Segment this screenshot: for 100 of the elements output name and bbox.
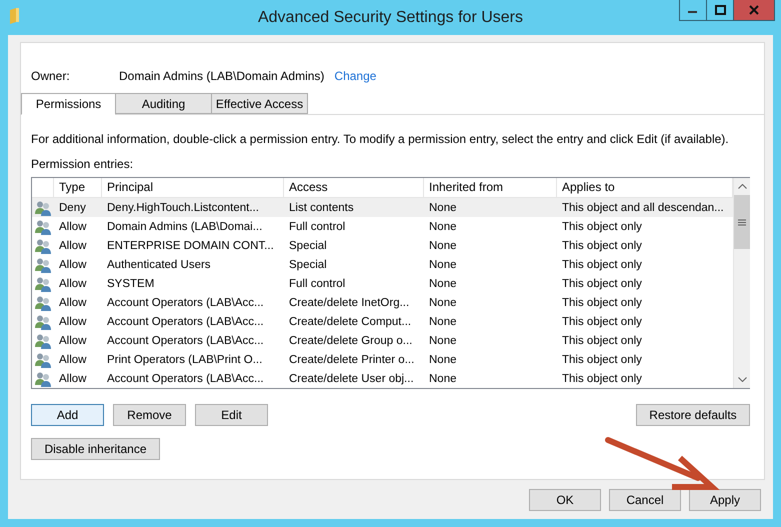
permission-row[interactable]: Allow Account Operators (LAB\Acc... Create/delete Group o... None This object only — [32, 331, 733, 350]
user-group-icon — [35, 352, 51, 368]
table-cell-text: None — [428, 278, 458, 290]
change-link[interactable]: Change — [334, 69, 376, 83]
table-cell-text: Allow — [58, 240, 88, 252]
close-button[interactable] — [733, 0, 775, 21]
table-cell-text: This object only — [561, 354, 643, 366]
column-header[interactable]: Inherited from — [424, 178, 557, 197]
table-cell-text: Full control — [288, 278, 346, 290]
close-icon — [749, 5, 759, 15]
permission-row[interactable]: Allow Authenticated Users Special None This object only — [32, 255, 733, 274]
entries-label: Permission entries: — [31, 157, 134, 171]
table-cell-text: None — [428, 316, 458, 328]
dialog-button[interactable]: Cancel — [609, 489, 681, 511]
user-group-icon — [35, 256, 51, 272]
table-cell-text: Account Operators (LAB\Acc... — [106, 296, 265, 308]
table-cell-text: None — [428, 240, 458, 252]
table-cell-text: None — [428, 372, 458, 384]
table-cell-text: Allow — [58, 220, 88, 232]
entry-button[interactable]: Add — [31, 404, 104, 426]
table-cell-text: Create/delete Printer o... — [288, 354, 416, 366]
table-cell-text: Deny.HighTouch.Listcontent... — [106, 202, 260, 214]
table-cell-text: ENTERPRISE DOMAIN CONT... — [106, 240, 275, 252]
table-cell-text: Allow — [58, 296, 88, 308]
instruction-text: For additional information, double-click a permission entry. To modify a permission entry, select the entry and click Edit (if available). — [31, 132, 730, 146]
folder-icon — [10, 8, 20, 24]
table-cell-text: This object only — [561, 278, 643, 290]
table-cell-text: Allow — [58, 316, 88, 328]
table-cell-text: Create/delete Comput... — [288, 316, 412, 328]
table-cell-text: Special — [288, 258, 328, 270]
table-cell-text: Account Operators (LAB\Acc... — [106, 334, 265, 346]
table-cell-text: Allow — [58, 372, 88, 384]
user-group-icon — [35, 294, 51, 310]
user-group-icon — [35, 218, 51, 234]
owner-label: Owner: — [31, 69, 71, 83]
column-header[interactable]: Access — [284, 178, 424, 197]
table-cell-text: Account Operators (LAB\Acc... — [106, 372, 265, 384]
permission-row[interactable]: Allow Print Operators (LAB\Print O... Create/delete Printer o... None This object only — [32, 350, 733, 369]
table-cell-text: Domain Admins (LAB\Domai... — [106, 220, 264, 232]
user-group-icon — [35, 276, 51, 292]
owner-value: Domain Admins (LAB\Domain Admins) — [119, 69, 324, 83]
table-cell-text: Allow — [58, 258, 88, 270]
table-cell-text: Full control — [288, 220, 346, 232]
column-header[interactable]: Principal — [102, 178, 284, 197]
table-cell-text: This object only — [561, 220, 643, 232]
table-cell-text: None — [428, 354, 458, 366]
tab[interactable]: Permissions — [21, 93, 116, 115]
permission-row[interactable]: Allow Account Operators (LAB\Acc... Create/delete InetOrg... None This object only — [32, 293, 733, 312]
entry-button[interactable]: Edit — [195, 404, 268, 426]
scroll-up-icon[interactable] — [738, 184, 746, 189]
entry-button[interactable]: Remove — [113, 404, 186, 426]
table-cell-text: This object only — [561, 240, 643, 252]
table-cell-text: None — [428, 296, 458, 308]
tab[interactable]: Auditing — [115, 93, 212, 114]
maximize-icon — [714, 5, 726, 15]
user-group-icon — [35, 314, 51, 330]
permission-row[interactable]: Allow ENTERPRISE DOMAIN CONT... Special None This object only — [32, 236, 733, 255]
table-cell-text: Deny — [58, 202, 87, 214]
table-cell-text: This object only — [561, 316, 643, 328]
table-cell-text: This object and all descendan... — [561, 202, 725, 214]
user-group-icon — [35, 238, 51, 254]
table-cell-text: None — [428, 258, 458, 270]
tab[interactable]: Effective Access — [211, 93, 308, 114]
column-header[interactable]: Type — [54, 178, 102, 197]
dialog-button[interactable]: Apply — [689, 489, 761, 511]
table-cell-text: Account Operators (LAB\Acc... — [106, 316, 265, 328]
dialog-button[interactable]: OK — [529, 489, 601, 511]
table-cell-text: SYSTEM — [106, 278, 156, 290]
table-cell-text: None — [428, 334, 458, 346]
permission-row[interactable]: Allow SYSTEM Full control None This object only — [32, 274, 733, 293]
table-cell-text: This object only — [561, 296, 643, 308]
table-cell-text: Special — [288, 240, 328, 252]
disable-inheritance-button[interactable]: Disable inheritance — [31, 438, 160, 460]
scroll-grip-icon[interactable] — [738, 218, 746, 226]
user-group-icon — [35, 370, 51, 386]
user-group-icon — [35, 200, 51, 216]
window-title: Advanced Security Settings for Users — [258, 8, 523, 26]
scrollbar[interactable] — [733, 178, 750, 388]
table-cell-text: This object only — [561, 258, 643, 270]
user-group-icon — [35, 332, 51, 348]
table-cell-text: None — [428, 220, 458, 232]
permission-row[interactable]: Deny Deny.HighTouch.Listcontent... List contents None This object and all descendan... — [32, 198, 733, 217]
table-cell-text: Authenticated Users — [106, 258, 212, 270]
table-cell-text: Allow — [58, 354, 88, 366]
table-cell-text: Allow — [58, 334, 88, 346]
table-cell-text: Allow — [58, 278, 88, 290]
table-cell-text: This object only — [561, 372, 643, 384]
table-cell-text: None — [428, 202, 458, 214]
table-cell-text: Create/delete InetOrg... — [288, 296, 410, 308]
permission-row[interactable]: Allow Domain Admins (LAB\Domai... Full control None This object only — [32, 217, 733, 236]
permission-row[interactable]: Allow Account Operators (LAB\Acc... Create/delete Comput... None This object only — [32, 312, 733, 331]
table-cell-text: Print Operators (LAB\Print O... — [106, 354, 264, 366]
scroll-down-icon[interactable] — [738, 377, 746, 382]
table-cell-text: This object only — [561, 334, 643, 346]
table-cell-text: List contents — [288, 202, 355, 214]
table-cell-text: Create/delete User obj... — [288, 372, 415, 384]
permission-row[interactable]: Allow Account Operators (LAB\Acc... Create/delete User obj... None This object only — [32, 369, 733, 388]
minimize-button[interactable] — [679, 0, 707, 21]
table-cell-text: Create/delete Group o... — [288, 334, 414, 346]
restore-defaults-button[interactable]: Restore defaults — [636, 404, 750, 426]
